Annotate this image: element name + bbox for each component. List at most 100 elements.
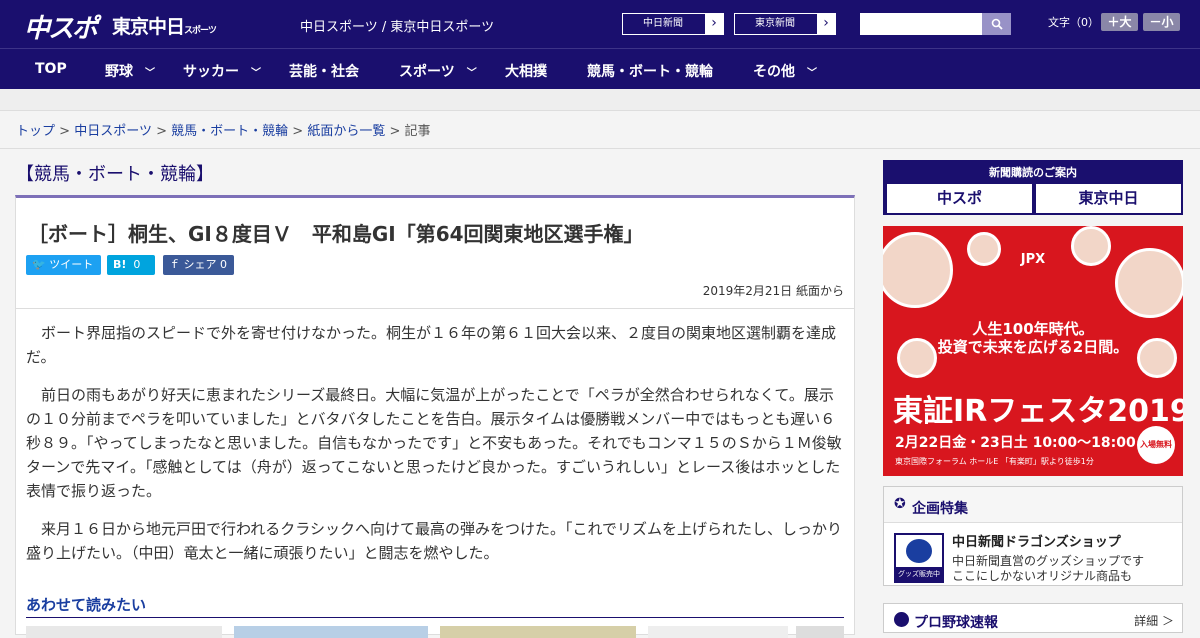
breadcrumb-separator: > bbox=[156, 124, 167, 139]
related-thumbnail[interactable] bbox=[440, 626, 636, 638]
subscription-banner[interactable]: 新聞購読のご案内 中スポ 東京中日 bbox=[883, 160, 1183, 215]
chevron-right-icon: › bbox=[817, 14, 835, 34]
score-title: プロ野球速報 bbox=[914, 615, 998, 631]
sub-nav-strip bbox=[0, 89, 1200, 111]
tokyo-shimbun-link[interactable]: 東京新聞 › bbox=[734, 13, 836, 35]
breadcrumb-separator: > bbox=[292, 124, 304, 139]
subscribe-chuspo[interactable]: 中スポ bbox=[887, 184, 1032, 213]
font-size-label: 文字（0） bbox=[1048, 16, 1099, 29]
hatena-count: 0 bbox=[133, 258, 141, 271]
tokyo-shimbun-label: 東京新聞 bbox=[755, 18, 795, 29]
feature-title: 企画特集 bbox=[912, 501, 968, 517]
chunichi-shimbun-label: 中日新聞 bbox=[643, 18, 683, 29]
font-increase-button[interactable]: ＋大 bbox=[1101, 13, 1138, 31]
chunichi-shimbun-link[interactable]: 中日新聞 › bbox=[622, 13, 724, 35]
nav-item-label: スポーツ bbox=[399, 64, 455, 80]
shop-link[interactable]: 中日新聞ドラゴンズショップ bbox=[952, 531, 1121, 550]
breadcrumb: トップ > 中日スポーツ > 競馬・ボート・競輪 > 紙面から一覧 > 記事 bbox=[16, 120, 431, 139]
search-icon bbox=[991, 18, 1003, 30]
score-detail-link[interactable]: 詳細 ＞ bbox=[1134, 612, 1174, 629]
divider bbox=[0, 148, 1200, 149]
shop-desc: ここにしかないオリジナル商品も bbox=[952, 569, 1133, 583]
jpx-logo: JPX bbox=[1020, 252, 1046, 267]
breadcrumb-link[interactable]: トップ bbox=[16, 124, 55, 139]
nav-item-label: 野球 bbox=[105, 64, 133, 80]
nav-item-label: 大相撲 bbox=[505, 64, 547, 80]
tokyo-chunichi-logo-text: 東京中日 bbox=[112, 16, 185, 38]
related-thumbnail[interactable] bbox=[26, 626, 222, 638]
chevron-right-icon: › bbox=[705, 14, 723, 34]
article-headline: ［ボート］桐生、GI８度目Ｖ 平和島GI「第64回関東地区選手権」 bbox=[28, 222, 644, 246]
ad-line2: 投資で未来を広げる2日間。 bbox=[937, 338, 1129, 356]
person-photo bbox=[1071, 226, 1111, 266]
article-paragraph: 来月１６日から地元戸田で行われるクラシックへ向けて最高の弾みをつけた。「これでリ… bbox=[26, 520, 843, 562]
site-header: 中スポ 東京中日スポーツ 中日スポーツ / 東京中日スポーツ 中日新聞 › 東京新… bbox=[0, 0, 1200, 48]
section-title: 【競馬・ボート・競輪】 bbox=[16, 164, 214, 185]
dragons-shop-image[interactable]: グッズ販売中 bbox=[894, 533, 944, 583]
fb-count: 0 bbox=[220, 258, 227, 271]
article-paragraph: 前日の雨もあがり好天に恵まれたシリーズ最終日。大幅に気温が上がったことで「ペラが… bbox=[26, 386, 842, 500]
nav-item-sports[interactable]: スポーツ ﹀ bbox=[399, 61, 477, 81]
ribbon-icon: ✪ bbox=[894, 496, 906, 512]
article-body: ボート界屈指のスピードで外を寄せ付けなかった。桐生が１６年の第６１回大会以来、２… bbox=[26, 321, 846, 579]
related-thumbnail[interactable] bbox=[796, 626, 844, 638]
baseball-icon bbox=[894, 612, 909, 627]
twitter-icon: 🐦 bbox=[32, 258, 46, 271]
subscription-title: 新聞購読のご案内 bbox=[989, 166, 1077, 179]
chevron-down-icon: ﹀ bbox=[251, 68, 261, 79]
related-thumbnail[interactable] bbox=[234, 626, 428, 638]
search-button[interactable] bbox=[982, 13, 1011, 35]
nav-item-baseball[interactable]: 野球 ﹀ bbox=[105, 61, 155, 81]
article-card: ［ボート］桐生、GI８度目Ｖ 平和島GI「第64回関東地区選手権」 🐦 ツイート… bbox=[15, 195, 855, 638]
breadcrumb-current: 記事 bbox=[404, 124, 431, 139]
baseball-score-box: プロ野球速報 詳細 ＞ bbox=[883, 603, 1183, 633]
breadcrumb-link[interactable]: 競馬・ボート・競輪 bbox=[171, 124, 288, 139]
ad-venue: 東京国際フォーラム ホールE 「有楽町」駅より徒歩1分 bbox=[895, 457, 1094, 466]
feature-box: 企画特集 ✪ グッズ販売中 中日新聞ドラゴンズショップ 中日新聞直営のグッズショ… bbox=[883, 486, 1183, 586]
article-paragraph: ボート界屈指のスピードで外を寄せ付けなかった。桐生が１６年の第６１回大会以来、２… bbox=[26, 324, 837, 366]
jpx-ir-festa-ad[interactable]: JPX 人生100年時代。 投資で未来を広げる2日間。 東証IRフェスタ2019… bbox=[883, 226, 1183, 476]
breadcrumb-link[interactable]: 中日スポーツ bbox=[74, 124, 152, 139]
chevron-down-icon: ﹀ bbox=[807, 68, 817, 79]
related-thumbnail[interactable] bbox=[648, 626, 788, 638]
person-photo bbox=[1115, 248, 1183, 318]
chevron-down-icon: ﹀ bbox=[466, 68, 477, 79]
nav-item-label: サッカー bbox=[183, 64, 239, 80]
font-decrease-button[interactable]: －小 bbox=[1143, 13, 1180, 31]
fb-share-label: シェア bbox=[183, 258, 217, 271]
nav-item-label: その他 bbox=[753, 64, 795, 80]
site-tagline: 中日スポーツ / 東京中日スポーツ bbox=[300, 20, 495, 35]
nav-item-other[interactable]: その他 ﹀ bbox=[753, 61, 817, 81]
nav-item-soccer[interactable]: サッカー ﹀ bbox=[183, 61, 261, 81]
goods-badge: グッズ販売中 bbox=[896, 567, 942, 581]
nav-item-entertainment[interactable]: 芸能・社会 bbox=[289, 61, 359, 81]
tokyo-chunichi-logo[interactable]: 東京中日スポーツ bbox=[112, 12, 217, 39]
nav-item-racing[interactable]: 競馬・ボート・競輪 bbox=[587, 61, 713, 81]
hatena-bookmark-button[interactable]: B! 0 bbox=[107, 255, 155, 275]
nav-item-label: TOP bbox=[35, 61, 67, 77]
nav-item-top[interactable]: TOP bbox=[35, 61, 67, 77]
chuspo-logo[interactable]: 中スポ bbox=[24, 8, 98, 45]
dragons-mascot-icon bbox=[906, 539, 932, 563]
facebook-share-button[interactable]: ｆ シェア 0 bbox=[163, 255, 234, 275]
breadcrumb-separator: > bbox=[389, 124, 401, 139]
person-photo bbox=[967, 232, 1001, 266]
facebook-icon: ｆ bbox=[169, 258, 180, 271]
tweet-button[interactable]: 🐦 ツイート bbox=[26, 255, 101, 275]
chevron-down-icon: ﹀ bbox=[145, 68, 155, 79]
breadcrumb-link[interactable]: 紙面から一覧 bbox=[307, 124, 385, 139]
search-input[interactable] bbox=[860, 13, 982, 35]
ad-event-title: 東証IRフェスタ2019 bbox=[893, 394, 1183, 429]
nav-item-label: 競馬・ボート・競輪 bbox=[587, 64, 713, 80]
ad-free-badge: 入場無料 bbox=[1137, 426, 1175, 464]
nav-item-label: 芸能・社会 bbox=[289, 64, 359, 80]
subscribe-tokyo-chunichi[interactable]: 東京中日 bbox=[1036, 184, 1181, 213]
person-photo bbox=[883, 232, 953, 308]
tokyo-chunichi-logo-sub: スポーツ bbox=[184, 26, 217, 36]
hatena-icon: B! bbox=[113, 258, 127, 271]
nav-item-sumo[interactable]: 大相撲 bbox=[505, 61, 547, 81]
divider bbox=[16, 308, 854, 309]
breadcrumb-separator: > bbox=[59, 124, 71, 139]
ad-dates: 2月22日金・23日土 10:00～18:00 bbox=[895, 435, 1136, 451]
related-heading: あわせて読みたい bbox=[26, 594, 844, 618]
